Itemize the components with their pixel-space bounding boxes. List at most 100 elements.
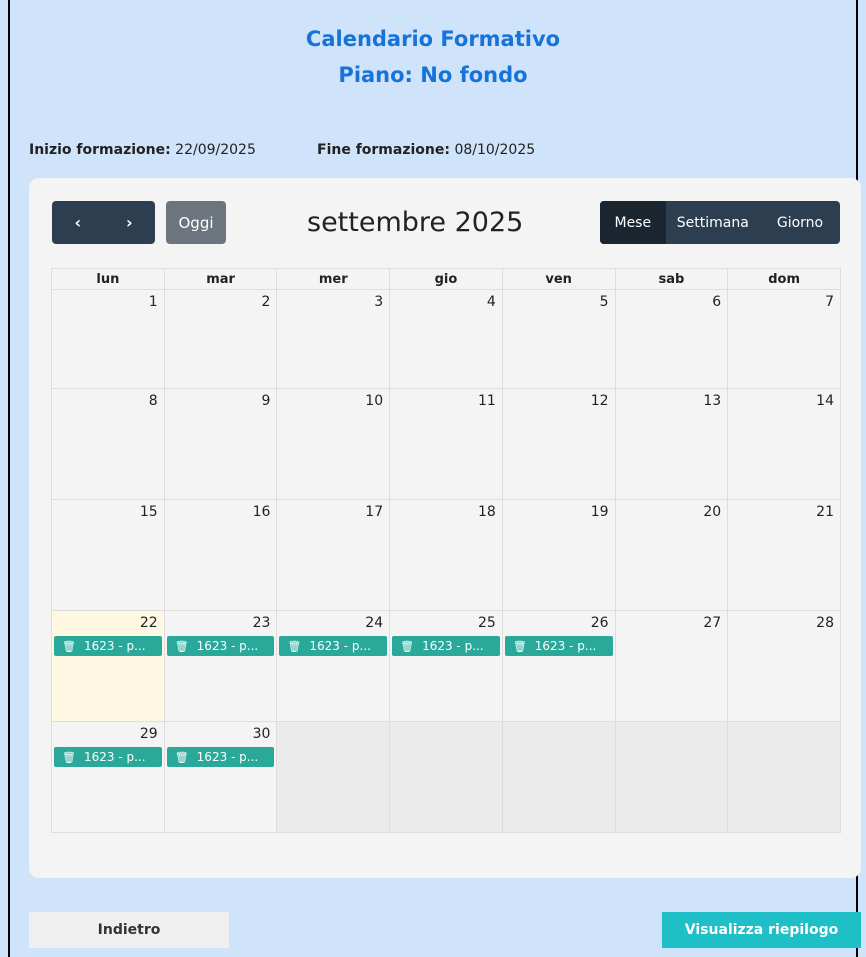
day-cell[interactable]: 18: [389, 499, 503, 611]
day-number: 30: [252, 726, 271, 742]
day-cell[interactable]: 6: [614, 289, 729, 389]
start-date: Inizio formazione: 22/09/2025: [29, 142, 256, 158]
day-number: 8: [148, 393, 158, 409]
day-cell[interactable]: 7: [727, 289, 841, 389]
day-cell[interactable]: 17: [276, 499, 391, 611]
week-row: 22 🗑 1623 - p... 23 🗑 1623 - p... 24 🗑 1623 - p.…: [51, 610, 841, 722]
day-number: 28: [816, 615, 834, 631]
day-number: 26: [590, 615, 609, 631]
weekday-header: mer: [276, 268, 391, 290]
day-number: 13: [703, 393, 722, 409]
weekday-header: dom: [727, 268, 841, 290]
day-number: 11: [477, 393, 496, 409]
trash-icon[interactable]: 🗑: [62, 640, 76, 653]
day-number: 19: [590, 504, 609, 520]
day-cell[interactable]: 21: [727, 499, 841, 611]
day-cell[interactable]: 26 🗑 1623 - p...: [501, 610, 616, 722]
day-cell[interactable]: 27: [614, 610, 729, 722]
trash-icon[interactable]: 🗑: [400, 640, 414, 653]
day-number: 25: [477, 615, 496, 631]
day-cell[interactable]: 5: [501, 289, 616, 389]
day-cell[interactable]: 24 🗑 1623 - p...: [276, 610, 391, 722]
calendar-event[interactable]: 🗑 1623 - p...: [279, 636, 388, 656]
day-number: 3: [374, 294, 384, 310]
empty-day-cell[interactable]: [727, 721, 841, 833]
day-cell[interactable]: 13: [614, 388, 729, 500]
week-row: 8 9 10 11 12 13 14: [51, 388, 841, 500]
calendar-event[interactable]: 🗑 1623 - p...: [54, 636, 162, 656]
next-month-button[interactable]: ›: [104, 201, 156, 244]
day-number: 17: [365, 504, 384, 520]
view-day-button[interactable]: Giorno: [760, 201, 840, 244]
day-number: 12: [590, 393, 609, 409]
today-button[interactable]: Oggi: [166, 201, 226, 244]
day-cell[interactable]: 11: [389, 388, 503, 500]
empty-day-cell[interactable]: [389, 721, 503, 833]
day-number: 23: [252, 615, 271, 631]
day-number: 20: [703, 504, 722, 520]
empty-day-cell[interactable]: [614, 721, 729, 833]
day-cell[interactable]: 16: [163, 499, 278, 611]
calendar-event[interactable]: 🗑 1623 - p...: [166, 636, 275, 656]
month-title: settembre 2025: [307, 207, 524, 238]
calendar-event[interactable]: 🗑 1623 - p...: [54, 747, 162, 767]
week-row: 29 🗑 1623 - p... 30 🗑 1623 - p...: [51, 721, 841, 833]
event-label: 1623 - p...: [83, 750, 146, 764]
prev-month-button[interactable]: ‹: [52, 201, 104, 244]
day-cell[interactable]: 29 🗑 1623 - p...: [51, 721, 165, 833]
day-cell[interactable]: 23 🗑 1623 - p...: [163, 610, 278, 722]
event-label: 1623 - p...: [196, 750, 259, 764]
weekday-header: mar: [163, 268, 278, 290]
end-date-value: 08/10/2025: [454, 142, 536, 158]
day-cell[interactable]: 9: [163, 388, 278, 500]
event-label: 1623 - p...: [534, 639, 597, 653]
calendar-event[interactable]: 🗑 1623 - p...: [166, 747, 275, 767]
day-cell[interactable]: 10: [276, 388, 391, 500]
day-cell[interactable]: 25 🗑 1623 - p...: [389, 610, 503, 722]
day-number: 18: [477, 504, 496, 520]
event-label: 1623 - p...: [83, 639, 146, 653]
day-cell[interactable]: 14: [727, 388, 841, 500]
empty-day-cell[interactable]: [501, 721, 616, 833]
day-cell[interactable]: 28: [727, 610, 841, 722]
month-grid: lun mar mer gio ven sab dom 1 2 3 4 5 6 7 8 9 10 11 12 13 1…: [51, 268, 841, 833]
day-cell[interactable]: 30 🗑 1623 - p...: [163, 721, 278, 833]
day-number: 10: [365, 393, 384, 409]
day-cell[interactable]: 1: [51, 289, 165, 389]
calendar-card: ‹ › Oggi settembre 2025 Mese Settimana G…: [29, 178, 861, 878]
day-cell[interactable]: 8: [51, 388, 165, 500]
view-switcher: Mese Settimana Giorno: [600, 201, 840, 244]
trash-icon[interactable]: 🗑: [175, 640, 189, 653]
day-cell[interactable]: 3: [276, 289, 391, 389]
view-month-button[interactable]: Mese: [600, 201, 666, 244]
weekday-header: gio: [389, 268, 503, 290]
back-button[interactable]: Indietro: [29, 912, 229, 948]
day-cell[interactable]: 4: [389, 289, 503, 389]
trash-icon[interactable]: 🗑: [175, 751, 189, 764]
event-label: 1623 - p...: [309, 639, 371, 653]
trash-icon[interactable]: 🗑: [513, 640, 527, 653]
day-number: 4: [486, 294, 496, 310]
calendar-event[interactable]: 🗑 1623 - p...: [504, 636, 613, 656]
day-cell[interactable]: 15: [51, 499, 165, 611]
day-cell[interactable]: 20: [614, 499, 729, 611]
day-number: 21: [816, 504, 834, 520]
day-cell[interactable]: 12: [501, 388, 616, 500]
trash-icon[interactable]: 🗑: [62, 751, 76, 764]
day-number: 22: [139, 615, 158, 631]
trash-icon[interactable]: 🗑: [287, 640, 301, 653]
calendar-event[interactable]: 🗑 1623 - p...: [392, 636, 500, 656]
week-row: 1 2 3 4 5 6 7: [51, 289, 841, 389]
day-number: 1: [148, 294, 158, 310]
empty-day-cell[interactable]: [276, 721, 391, 833]
nav-button-group: ‹ ›: [52, 201, 155, 244]
day-cell[interactable]: 22 🗑 1623 - p...: [51, 610, 165, 722]
view-summary-button[interactable]: Visualizza riepilogo: [662, 912, 861, 948]
day-number: 29: [139, 726, 158, 742]
view-week-button[interactable]: Settimana: [666, 201, 760, 244]
day-number: 16: [252, 504, 271, 520]
day-number: 5: [599, 294, 609, 310]
day-cell[interactable]: 2: [163, 289, 278, 389]
day-cell[interactable]: 19: [501, 499, 616, 611]
day-number: 9: [261, 393, 271, 409]
